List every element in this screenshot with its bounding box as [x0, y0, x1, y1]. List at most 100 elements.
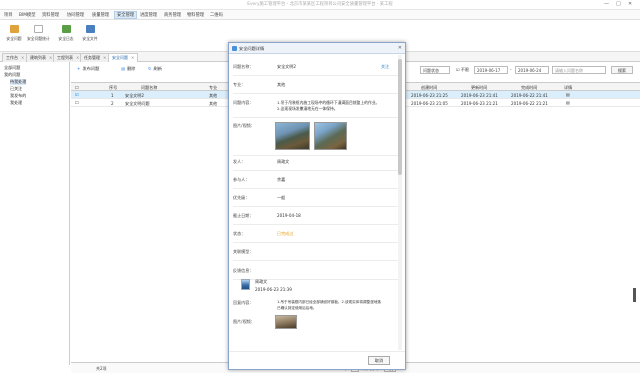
- maximize-button[interactable]: □: [616, 1, 621, 7]
- menu-item-project[interactable]: 项目: [4, 12, 13, 18]
- ribbon-label: 安全日志: [58, 36, 74, 41]
- sidebar-tree: 全部问题 我的问题 待我处理 已关注 我发布的 我处理: [0, 62, 70, 365]
- delete-label: 删除: [126, 66, 136, 71]
- status-value: 已完成过: [277, 231, 294, 236]
- divider: [233, 242, 398, 243]
- divider: [233, 75, 398, 76]
- divider: [233, 170, 398, 171]
- deadline-label: 截止日期：: [233, 213, 254, 218]
- refresh-button[interactable]: ↻ 刷新: [148, 66, 162, 72]
- content-line-2: 2.这现现场发撒漫地无在一体保持。: [277, 106, 338, 111]
- dialog-title: 安全问题详情: [239, 46, 265, 51]
- major-value: 其他: [277, 82, 286, 87]
- creator-value: 周政文: [277, 159, 290, 164]
- participant-label: 参与人：: [233, 177, 250, 182]
- ribbon-safety-stats[interactable]: 安全问题统计: [27, 23, 50, 42]
- divider: [233, 117, 398, 118]
- delete-button[interactable]: ▤ 删除: [121, 66, 135, 72]
- scroll-thumb[interactable]: [398, 59, 402, 175]
- row-checkbox[interactable]: ☐: [75, 100, 79, 105]
- cell-major: 其他: [209, 101, 218, 106]
- close-icon[interactable]: ×: [49, 55, 52, 60]
- menu-item-business[interactable]: 商务管理: [164, 12, 181, 18]
- ribbon-safety-files[interactable]: 安全文件: [79, 23, 101, 42]
- tab-label: 任务管理: [84, 55, 100, 60]
- dialog-header: 安全问题详情 ✕: [229, 43, 405, 54]
- related-model-label: 关联模型：: [233, 249, 254, 254]
- major-label: 专业：: [233, 82, 246, 87]
- menu-item-collab[interactable]: 协同管理: [67, 12, 84, 18]
- name-label: 问题名称：: [233, 64, 254, 69]
- close-icon[interactable]: ×: [131, 55, 134, 60]
- reply-photo-1[interactable]: [275, 315, 297, 329]
- window-title: Every施工管理平台 - 北京市某某区工程项目公司安全质量管理平台 - 某工程: [247, 2, 393, 7]
- issue-photo-2[interactable]: [314, 122, 347, 150]
- issue-photo-1[interactable]: [275, 122, 310, 150]
- cell-updated: 2019-06-23 21:21: [461, 101, 498, 106]
- reply-line-2: 已确认到定使用后后地。: [277, 306, 317, 310]
- tab-buildings[interactable]: 建筑列表 ×: [26, 53, 57, 62]
- sidebar-item-handled[interactable]: 我处理: [10, 100, 22, 106]
- follow-link[interactable]: 关注: [381, 64, 389, 70]
- cell-no: 1: [111, 93, 114, 98]
- row-checkbox[interactable]: ☑: [75, 92, 79, 97]
- menu-item-bim[interactable]: BIM模型: [19, 12, 36, 18]
- cell-done: 2019-06-22 21:41: [511, 93, 548, 98]
- menu-item-safety[interactable]: 安全管理: [114, 11, 138, 19]
- close-icon[interactable]: ×: [21, 55, 24, 60]
- cell-created: 2019-06-23 21:25: [411, 93, 448, 98]
- creator-label: 发人：: [233, 159, 246, 164]
- sidebar-item-followed[interactable]: 已关注: [10, 86, 22, 92]
- dialog-footer-divider: [229, 351, 405, 352]
- date-to-input[interactable]: 2019-06-24: [515, 66, 549, 74]
- sidebar-item-all[interactable]: 全部问题: [4, 65, 20, 71]
- close-icon[interactable]: ✕: [398, 45, 402, 51]
- ribbon-safety-log[interactable]: 安全日志: [55, 23, 77, 42]
- menu-item-progress[interactable]: 进度管理: [140, 12, 157, 18]
- add-label: 发布问题: [82, 66, 100, 71]
- deadline-value: 2019-04-18: [277, 213, 301, 218]
- avatar: [241, 279, 250, 290]
- dialog-scrollbar[interactable]: [398, 55, 402, 350]
- total-count: 共2项: [96, 366, 107, 371]
- date-from-input[interactable]: 2019-06-17: [474, 66, 508, 74]
- trash-icon: ▤: [121, 66, 125, 71]
- add-issue-button[interactable]: + 发布问题: [77, 66, 99, 72]
- sidebar-item-published[interactable]: 我发布的: [10, 93, 26, 99]
- cancel-button[interactable]: 取消: [368, 356, 390, 365]
- issue-name: 安全文明2: [277, 64, 296, 69]
- ribbon-safety-issues[interactable]: 安全问题: [3, 23, 25, 42]
- cell-created: 2019-06-23 21:05: [411, 101, 448, 106]
- menu-item-documents[interactable]: 资料管理: [42, 12, 59, 18]
- tab-safety-issues[interactable]: 安全问题 ×: [108, 53, 139, 62]
- sidebar-item-mine[interactable]: 我的问题: [4, 72, 20, 78]
- level-value: 一般: [277, 195, 286, 200]
- search-input[interactable]: 请输入问题名称: [552, 66, 606, 74]
- detail-icon[interactable]: ▤: [566, 92, 570, 97]
- tab-label: 安全问题: [112, 55, 128, 60]
- tab-workbench[interactable]: 工作台 ×: [2, 53, 29, 62]
- menu-item-qrcode[interactable]: 二维码: [210, 12, 223, 18]
- tab-projects[interactable]: 工程列表 ×: [53, 53, 84, 62]
- detail-icon[interactable]: ▤: [566, 100, 570, 105]
- tab-tasks[interactable]: 任务管理 ×: [80, 53, 111, 62]
- status-filter[interactable]: 问题状态: [420, 66, 450, 74]
- close-icon[interactable]: ×: [76, 55, 79, 60]
- status-label: 状态：: [233, 231, 246, 236]
- page-scrollbar[interactable]: [633, 288, 636, 302]
- issue-icon: [9, 25, 19, 33]
- tab-label: 建筑列表: [30, 55, 46, 60]
- close-window-button[interactable]: ✕: [628, 1, 632, 7]
- window-titlebar: Every施工管理平台 - 北京市某某区工程项目公司安全质量管理平台 - 某工程…: [0, 0, 640, 10]
- menu-item-quality[interactable]: 质量管理: [92, 12, 109, 18]
- search-button[interactable]: 搜索: [611, 66, 633, 74]
- cell-no: 2: [111, 101, 114, 106]
- date-checkbox[interactable]: ☑ 不限: [456, 67, 469, 73]
- sidebar-item-pending[interactable]: 待我处理: [10, 79, 27, 85]
- close-icon[interactable]: ×: [103, 55, 106, 60]
- log-icon: [61, 25, 71, 33]
- header-checkbox[interactable]: ☐: [75, 85, 79, 90]
- main-menu: 项目 BIM模型 资料管理 协同管理 质量管理 安全管理 进度管理 商务管理 物…: [0, 10, 640, 20]
- minimize-button[interactable]: —: [604, 1, 609, 7]
- menu-item-materials[interactable]: 物料管理: [187, 12, 204, 18]
